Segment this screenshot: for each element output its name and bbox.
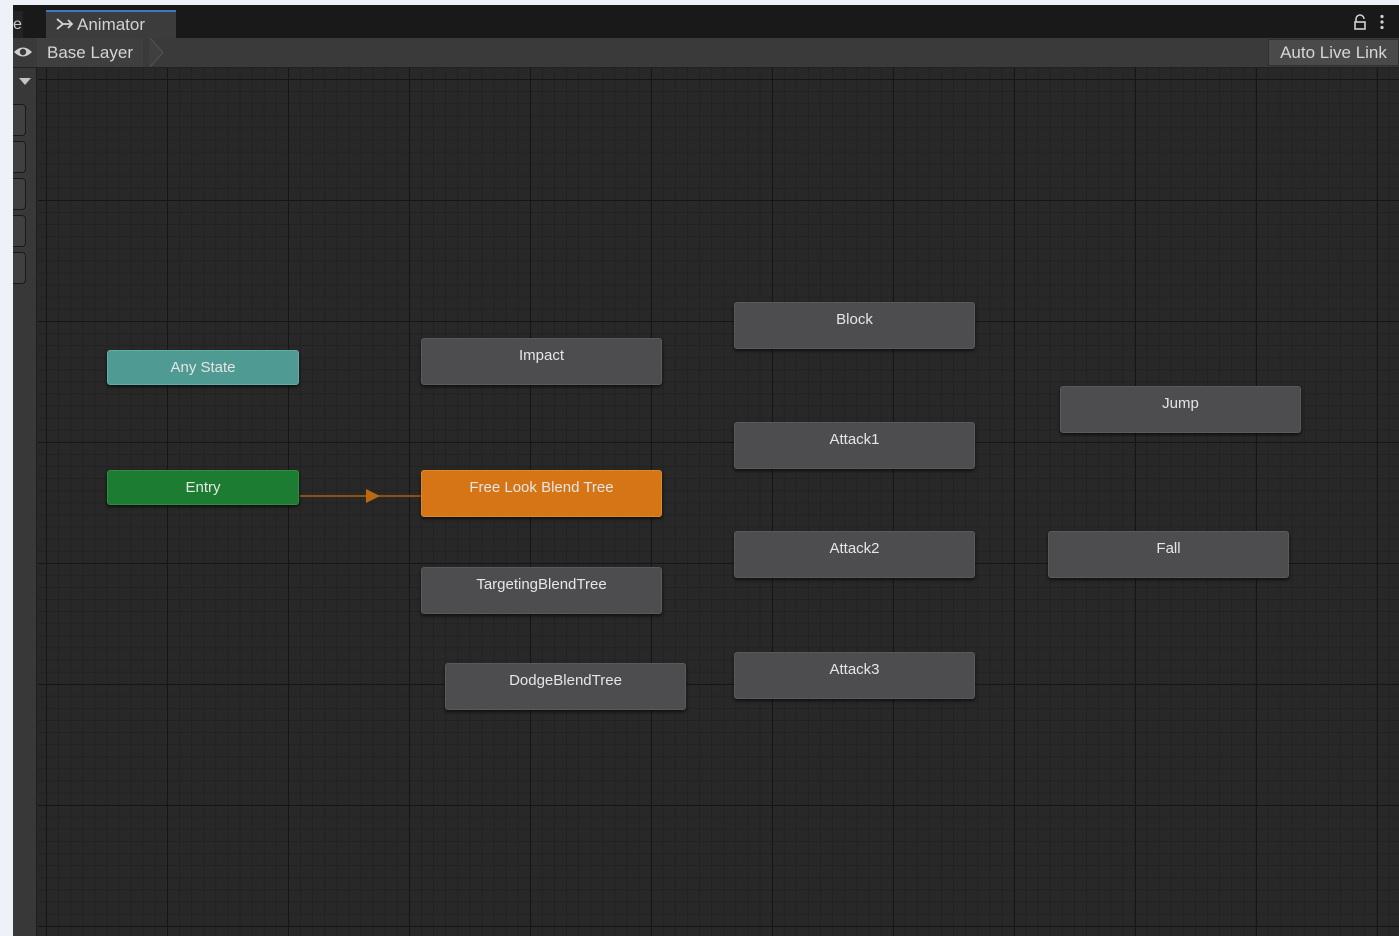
- panel-button[interactable]: [13, 104, 26, 136]
- state-dodge-blend-tree[interactable]: DodgeBlendTree: [445, 663, 686, 710]
- state-entry[interactable]: Entry: [107, 470, 299, 505]
- state-free-look-blend-tree[interactable]: Free Look Blend Tree: [421, 470, 662, 517]
- panel-button[interactable]: [13, 141, 26, 173]
- collapsed-layers-panel: [13, 68, 37, 936]
- state-attack2[interactable]: Attack2: [734, 531, 975, 578]
- state-impact[interactable]: Impact: [421, 338, 662, 385]
- auto-live-link-button[interactable]: Auto Live Link: [1268, 39, 1399, 66]
- tab-title: Animator: [77, 15, 146, 34]
- panel-button[interactable]: [13, 252, 26, 284]
- state-targeting-blend-tree[interactable]: TargetingBlendTree: [421, 567, 662, 614]
- animator-icon: [56, 18, 74, 30]
- state-attack1[interactable]: Attack1: [734, 422, 975, 469]
- panel-button[interactable]: [13, 178, 26, 210]
- lock-icon[interactable]: [1353, 14, 1367, 30]
- breadcrumb-separator: [149, 38, 164, 67]
- state-fall[interactable]: Fall: [1048, 531, 1289, 578]
- animator-window: e Animator Base Layer Auto Live Link Any…: [13, 5, 1399, 936]
- tab-animator[interactable]: Animator: [46, 10, 176, 38]
- eye-icon[interactable]: [13, 44, 33, 60]
- tab-actions: [1353, 14, 1393, 30]
- state-any-state[interactable]: Any State: [107, 350, 299, 385]
- state-block[interactable]: Block: [734, 302, 975, 349]
- partial-tab[interactable]: e: [13, 11, 23, 38]
- breadcrumb-bar: Base Layer Auto Live Link: [13, 38, 1399, 68]
- tab-bar: e Animator: [13, 5, 1399, 38]
- state-machine-graph[interactable]: Any State Entry Impact Free Look Blend T…: [38, 68, 1399, 936]
- state-jump[interactable]: Jump: [1060, 386, 1301, 433]
- panel-button[interactable]: [13, 215, 26, 247]
- transition-arrow-icon: [366, 489, 380, 503]
- dropdown-triangle-icon[interactable]: [19, 78, 31, 85]
- state-attack3[interactable]: Attack3: [734, 652, 975, 699]
- breadcrumb-base-layer[interactable]: Base Layer: [37, 38, 143, 67]
- kebab-menu-icon[interactable]: [1379, 14, 1393, 30]
